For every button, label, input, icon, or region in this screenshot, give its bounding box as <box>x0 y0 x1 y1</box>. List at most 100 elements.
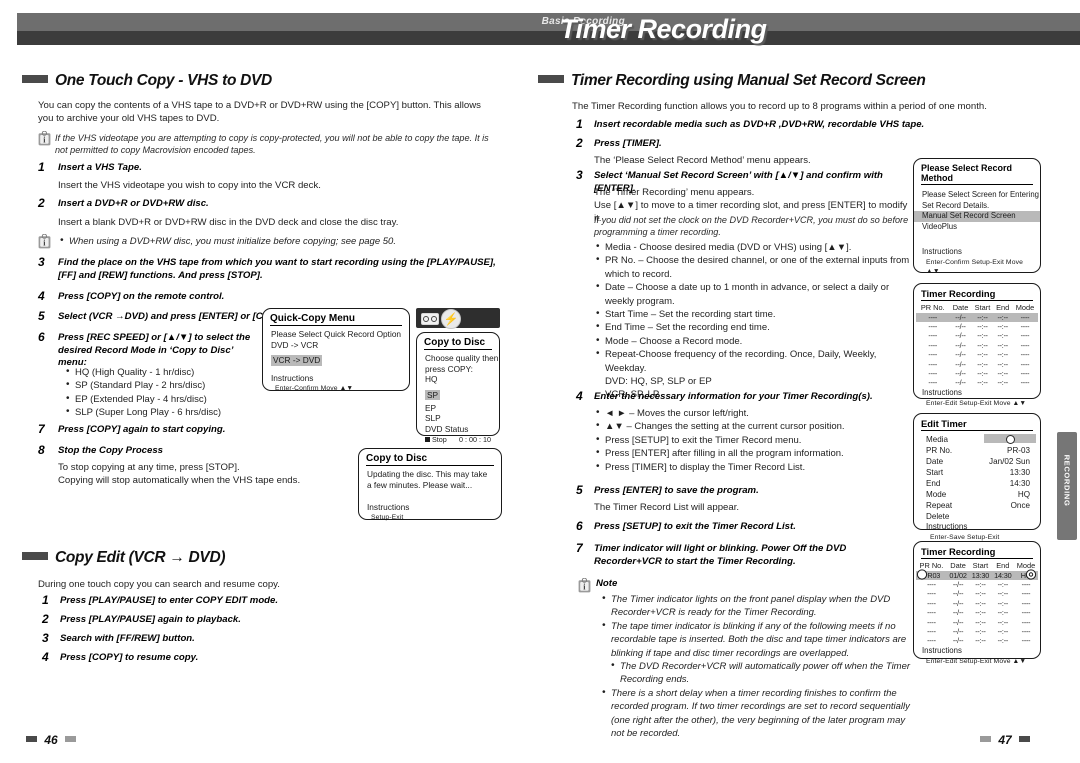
table-row[interactable]: ---- --/-- --:-- --:-- ---- <box>916 627 1038 636</box>
osd-option-videoplus[interactable]: VideoPlus <box>914 222 1040 233</box>
osd-instructions: Enter-Edit Setup-Exit Move ▲▼ <box>926 399 1027 407</box>
table-row[interactable]: PR03 01/02 13:30 14:30 HQ <box>916 571 1038 581</box>
osd-instructions-label: Instructions <box>367 502 410 513</box>
list-item: SP (Standard Play - 2 hrs/disc) <box>64 378 284 392</box>
step3-clock-note: If you did not set the clock on the DVD … <box>594 215 909 238</box>
osd-option-slp[interactable]: SLP <box>417 413 499 424</box>
edit-field-date[interactable]: Date Jan/02 Sun <box>914 456 1040 467</box>
step-number: 7 <box>576 541 583 555</box>
edit-field-start[interactable]: Start 13:30 <box>914 467 1040 478</box>
list-item: Mode – Choose a Record mode. <box>594 334 912 348</box>
step-number: 3 <box>42 631 49 645</box>
field-value <box>984 511 1030 522</box>
step-title: Insert recordable media such as DVD+R ,D… <box>594 119 925 130</box>
table-row[interactable]: ---- --/-- --:-- --:-- ---- <box>916 322 1038 331</box>
osd-timer-recording-empty[interactable]: Timer Recording PR No. Date Start End Mo… <box>913 283 1041 407</box>
field-label: Start <box>926 468 944 477</box>
osd-option-manual-set-record-screen[interactable]: Manual Set Record Screen <box>914 211 1040 222</box>
timer-recording-table[interactable]: PR No. Date Start End Mode ---- --/-- --:-… <box>916 303 1038 388</box>
osd-edit-timer[interactable]: Edit Timer Media PR No. PR-03 Date Jan/0… <box>913 413 1041 541</box>
osd-instructions-label: Instructions <box>271 373 314 384</box>
edit-field-end[interactable]: End 14:30 <box>914 478 1040 489</box>
step-title: Press [REC SPEED] or [▲/▼] to select the… <box>58 332 251 369</box>
heading-bar-icon <box>22 75 48 83</box>
osd-option-dvd-to-vcr[interactable]: DVD -> VCR <box>263 340 409 351</box>
step-title: Insert a VHS Tape. <box>58 162 142 173</box>
table-row[interactable]: ---- --/-- --:-- --:-- ---- <box>916 599 1038 608</box>
page-marker-icon <box>26 736 37 742</box>
osd-copy-to-disc-quality[interactable]: Copy to Disc Choose quality then press C… <box>416 332 500 444</box>
table-row[interactable]: ---- --/-- --:-- --:-- ---- <box>916 332 1038 341</box>
table-row[interactable]: ---- --/-- --:-- --:-- ---- <box>916 360 1038 369</box>
info-icon: i <box>38 131 51 146</box>
osd-prompt-line1: Please Select Screen for Entering <box>922 190 1040 199</box>
osd-prompt-line2: press COPY: <box>425 363 473 374</box>
osd-option-hq[interactable]: HQ <box>417 374 499 385</box>
osd-prompt-line1: Choose quality then <box>425 353 499 363</box>
tape-indicator-icon <box>916 569 928 580</box>
field-value: 13:30 <box>1009 468 1030 477</box>
mode-line-dvd: DVD: HQ, SP, SLP or EP <box>605 376 712 388</box>
step-number: 6 <box>576 519 583 533</box>
field-label: Media <box>926 435 949 444</box>
table-row[interactable]: ---- --/-- --:-- --:-- ---- <box>916 351 1038 360</box>
header-dark-band <box>17 31 1080 45</box>
list-item: Press [ENTER] after filling in all the p… <box>594 446 912 460</box>
col-date: Date <box>952 303 969 312</box>
osd-copy-to-disc-updating[interactable]: Copy to Disc Updating the disc. This may… <box>358 448 502 521</box>
table-row[interactable]: ---- --/-- --:-- --:-- ---- <box>916 618 1038 627</box>
page-marker-icon <box>1019 736 1031 742</box>
osd-prompt-line2: Set Record Details. <box>922 200 990 210</box>
osd-instructions-label: Instructions <box>922 247 962 257</box>
timer-recording-table[interactable]: PR No. Date Start End Mode PR03 01/02 13:3… <box>916 561 1038 646</box>
list-item: EP (Extended Play - 4 hrs/disc) <box>64 392 284 406</box>
section-heading-timer-recording: Timer Recording using Manual Set Record … <box>538 72 926 90</box>
field-label: Repeat <box>926 501 953 510</box>
field-value: HQ <box>1017 490 1030 499</box>
osd-option-dvd-status[interactable]: DVD Status <box>417 424 499 435</box>
col-date: Date <box>950 561 966 570</box>
osd-instructions-label: Instructions <box>922 646 962 656</box>
step-title: Press [PLAY/PAUSE] to enter COPY EDIT mo… <box>60 595 279 606</box>
edit-field-delete[interactable]: Delete <box>914 511 1040 522</box>
field-value: Jan/02 Sun <box>989 457 1030 466</box>
osd-option-vcr-to-dvd[interactable]: VCR -> DVD <box>271 355 323 366</box>
osd-timer-recording-filled[interactable]: Timer Recording PR No. Date Start End Mo… <box>913 541 1041 665</box>
edit-field-mode[interactable]: Mode HQ <box>914 489 1040 500</box>
osd-title: Timer Recording <box>921 288 1033 301</box>
edit-field-repeat[interactable]: Repeat Once <box>914 500 1040 511</box>
osd-status-row: Stop 0 : 00 : 10 <box>417 435 499 445</box>
list-item: ◄ ► – Moves the cursor left/right. <box>594 406 912 420</box>
osd-quick-copy-menu[interactable]: Quick-Copy Menu Please Select Quick Reco… <box>262 308 410 392</box>
dvdrw-initialize-note: When using a DVD+RW disc, you must initi… <box>58 234 509 248</box>
page-marker-icon <box>980 736 991 742</box>
list-item: ▲▼ – Changes the setting at the current … <box>594 419 912 433</box>
field-value: 14:30 <box>1009 479 1030 488</box>
osd-option-sp[interactable]: SP <box>425 389 441 401</box>
table-row[interactable]: ---- --/-- --:-- --:-- ---- <box>916 580 1038 589</box>
step-title: Press [PLAY/PAUSE] again to playback. <box>60 614 241 625</box>
edit-field-media[interactable]: Media <box>914 434 1040 445</box>
step-body: To stop copying at any time, press [STOP… <box>58 462 240 473</box>
section-heading-copy-edit: Copy Edit (VCR → DVD) <box>22 549 226 567</box>
side-tab-label: RECORDING <box>1062 454 1072 507</box>
copy-edit-intro: During one touch copy you can search and… <box>38 579 280 590</box>
list-item: SLP (Super Long Play - 6 hrs/disc) <box>64 405 284 419</box>
table-row[interactable]: ---- --/-- --:-- --:-- ---- <box>916 369 1038 378</box>
table-row[interactable]: ---- --/-- --:-- --:-- ---- <box>916 379 1038 388</box>
list-item: Press [SETUP] to exit the Timer Record m… <box>594 433 912 447</box>
osd-instructions-label: Instructions <box>926 522 968 531</box>
status-stop-label: Stop <box>425 435 447 445</box>
col-end: End <box>996 561 1010 570</box>
osd-select-record-method[interactable]: Please Select Record Method Please Selec… <box>913 158 1041 275</box>
osd-option-ep[interactable]: EP <box>417 403 499 414</box>
table-row[interactable]: ---- --/-- --:-- --:-- ---- <box>916 341 1038 350</box>
note-list: The Timer indicator lights on the front … <box>600 592 916 740</box>
table-row[interactable]: ---- --/-- --:-- --:-- ---- <box>916 609 1038 618</box>
table-row[interactable]: ---- --/-- --:-- --:-- ---- <box>916 590 1038 599</box>
page-header: Basic Recording Timer Recording <box>0 0 1080 52</box>
list-item: PR No. – Choose the desired channel, or … <box>594 253 912 281</box>
table-row[interactable]: ---- --/-- --:-- --:-- ---- <box>916 637 1038 646</box>
edit-field-pr-no[interactable]: PR No. PR-03 <box>914 445 1040 456</box>
table-row[interactable]: ---- --/-- --:-- --:-- ---- <box>916 313 1038 323</box>
